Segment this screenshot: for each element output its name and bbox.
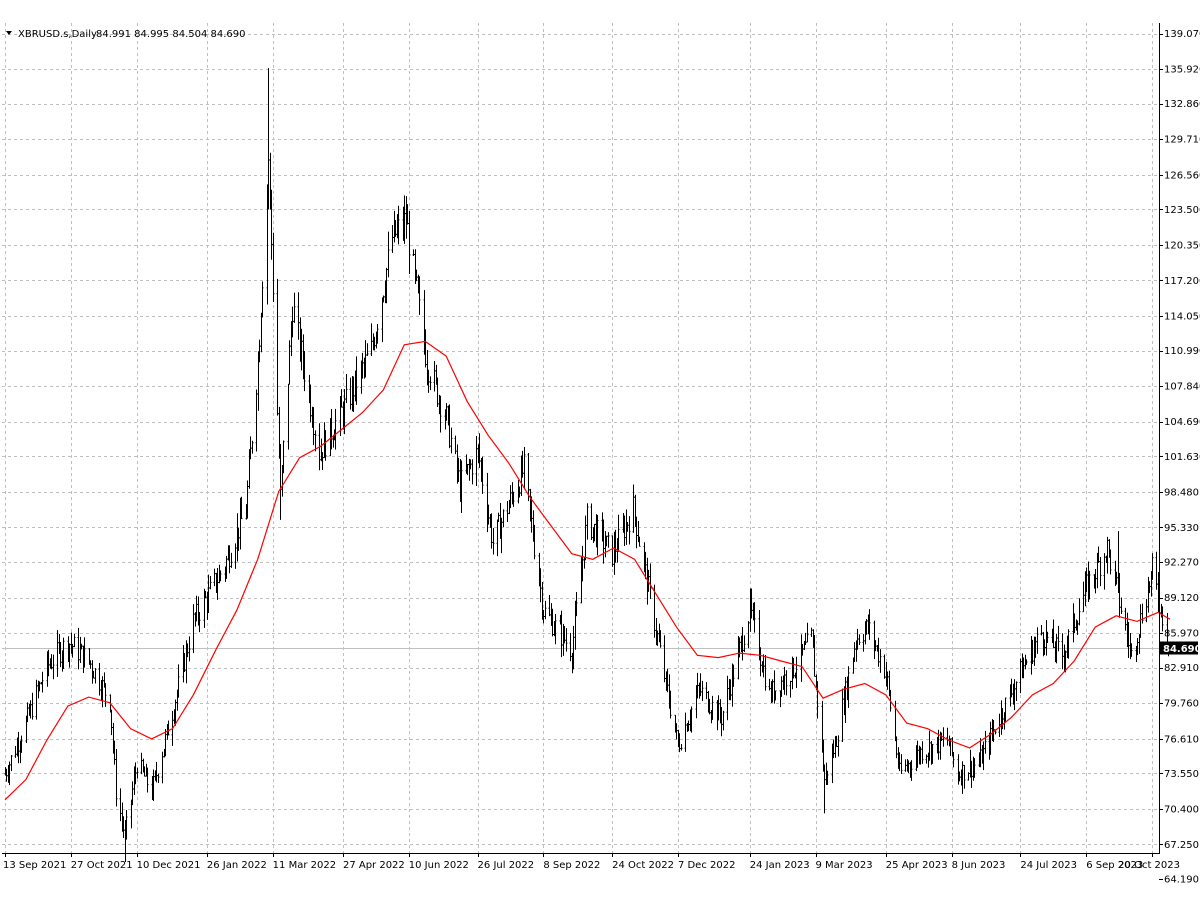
time-axis-label: 9 Mar 2023	[816, 860, 873, 871]
price-axis-label: 70.400	[1164, 804, 1199, 815]
time-axis-label: 20 Oct 2023	[1118, 860, 1180, 871]
time-axis-label: 7 Dec 2022	[678, 860, 736, 871]
price-axis-label: 114.050	[1164, 312, 1200, 323]
price-axis-label: 76.610	[1164, 734, 1199, 745]
current-price-label: 84.690	[1163, 644, 1200, 655]
time-axis-label: 8 Jun 2023	[952, 860, 1006, 871]
time-axis-label: 24 Jul 2023	[1020, 860, 1077, 871]
price-axis-label: 132.860	[1164, 99, 1200, 110]
price-axis-label: 92.270	[1164, 557, 1199, 568]
time-axis-label: 11 Mar 2022	[273, 860, 336, 871]
price-axis-label: 117.200	[1164, 276, 1200, 287]
price-axis-label: 123.500	[1164, 205, 1200, 216]
price-axis-label: 85.970	[1164, 629, 1199, 640]
price-axis-label: 98.480	[1164, 487, 1199, 498]
price-axis-label: 126.560	[1164, 170, 1200, 181]
price-axis-label: 64.190	[1164, 875, 1199, 886]
price-axis-label: 129.710	[1164, 135, 1200, 146]
price-axis-label: 67.250	[1164, 840, 1199, 851]
price-axis-label: 120.350	[1164, 240, 1200, 251]
time-axis-label: 13 Sep 2021	[3, 860, 66, 871]
price-chart[interactable]: 139.070 135.920 132.860 129.710 126.560 123.5…	[0, 0, 1200, 900]
price-axis-label: 89.120	[1164, 593, 1199, 604]
price-axis-label: 107.840	[1164, 382, 1200, 393]
time-axis-label: 8 Sep 2022	[543, 860, 600, 871]
price-axis-label: 82.910	[1164, 663, 1199, 674]
time-axis-label: 10 Dec 2021	[137, 860, 201, 871]
ohlc-values: 84.991 84.995 84.504 84.690	[96, 29, 246, 40]
current-price-tag: 84.690	[1160, 641, 1200, 655]
time-axis-label: 25 Apr 2023	[886, 860, 948, 871]
symbol-label: XBRUSD.s,Daily	[18, 29, 97, 40]
price-axis-label: 101.630	[1164, 452, 1200, 463]
time-axis-label: 26 Jan 2022	[207, 860, 267, 871]
price-axis-label: 104.690	[1164, 417, 1200, 428]
price-axis-label: 110.990	[1164, 346, 1200, 357]
time-axis-label: 10 Jun 2022	[409, 860, 469, 871]
time-axis-label: 24 Jan 2023	[750, 860, 810, 871]
time-axis-label: 27 Oct 2021	[71, 860, 133, 871]
price-axis-label: 135.920	[1164, 65, 1200, 76]
time-axis-label: 26 Jul 2022	[478, 860, 535, 871]
price-axis-label: 139.070	[1164, 29, 1200, 40]
chart-header: XBRUSD.s,Daily 84.991 84.995 84.504 84.6…	[6, 29, 246, 40]
price-axis-label: 73.550	[1164, 769, 1199, 780]
time-axis-label: 27 Apr 2022	[343, 860, 405, 871]
price-axis-label: 79.760	[1164, 699, 1199, 710]
price-axis-label: 95.330	[1164, 523, 1199, 534]
time-axis-label: 24 Oct 2022	[612, 860, 674, 871]
